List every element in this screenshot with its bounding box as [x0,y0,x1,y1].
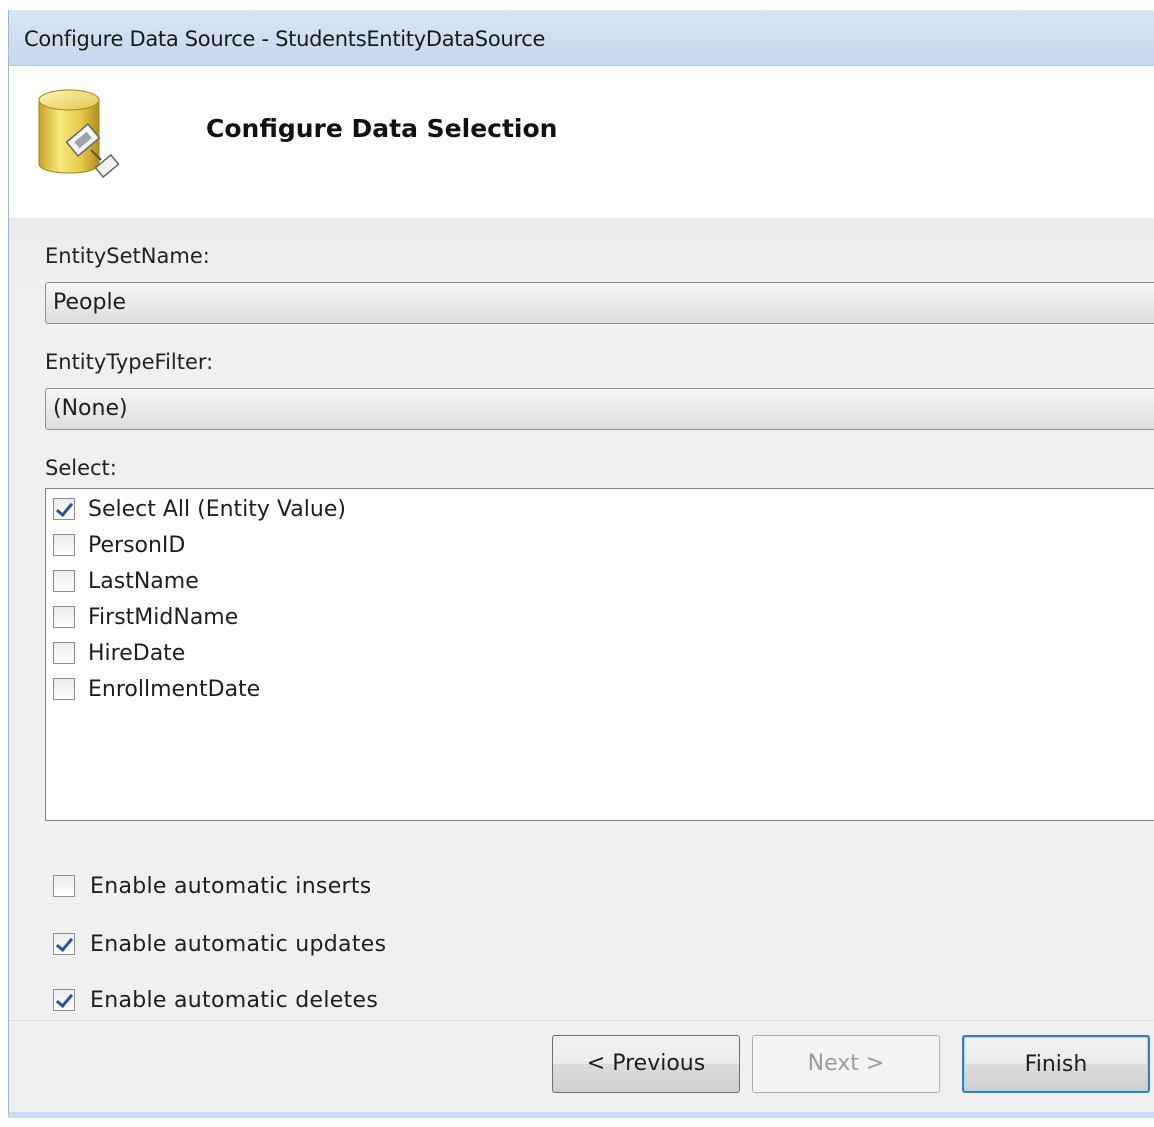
enable-inserts-option[interactable]: Enable automatic inserts [53,871,372,901]
enable-updates-option[interactable]: Enable automatic updates [53,929,386,959]
enable-updates-checkbox[interactable] [53,933,75,955]
previous-button[interactable]: < Previous [552,1035,740,1093]
entity-type-filter-value: (None) [53,396,128,421]
select-all-checkbox[interactable] [53,498,75,520]
database-icon [38,89,120,179]
firstmidname-checkbox[interactable] [53,606,75,628]
list-item-enrollmentdate[interactable]: EnrollmentDate [53,674,260,704]
enrollmentdate-checkbox[interactable] [53,678,75,700]
lastname-checkbox[interactable] [53,570,75,592]
entity-set-name-value: People [53,290,127,315]
list-item-label: FirstMidName [88,604,239,630]
hiredate-checkbox[interactable] [53,642,75,664]
entity-set-name-label: EntitySetName: [45,244,210,268]
list-item-label: PersonID [88,532,186,558]
enable-inserts-checkbox[interactable] [53,875,75,897]
list-item-firstmidname[interactable]: FirstMidName [53,602,238,632]
list-item-select-all[interactable]: Select All (Entity Value) [53,494,346,524]
entity-set-name-dropdown[interactable]: People [45,282,1154,324]
enable-deletes-checkbox[interactable] [53,989,75,1011]
personid-checkbox[interactable] [53,534,75,556]
option-label: Enable automatic deletes [90,987,379,1013]
title-bar: Configure Data Source - StudentsEntityDa… [9,10,1154,66]
window-title: Configure Data Source - StudentsEntityDa… [24,27,546,51]
finish-button[interactable]: Finish [962,1035,1150,1093]
entity-type-filter-label: EntityTypeFilter: [45,350,214,374]
select-label: Select: [45,456,117,480]
entity-type-filter-dropdown[interactable]: (None) [45,388,1154,430]
settings-panel: EntitySetName: People EntityTypeFilter: … [9,218,1154,1020]
option-label: Enable automatic inserts [90,873,372,899]
enable-deletes-option[interactable]: Enable automatic deletes [53,985,378,1015]
page-title: Configure Data Selection [206,114,558,143]
list-item-label: Select All (Entity Value) [88,496,346,522]
next-button[interactable]: Next > [752,1035,940,1093]
select-columns-list[interactable]: Select All (Entity Value) PersonID LastN… [45,488,1154,821]
configure-data-source-dialog: Configure Data Source - StudentsEntityDa… [8,10,1154,1118]
list-item-label: EnrollmentDate [88,676,261,702]
option-label: Enable automatic updates [90,931,387,957]
wizard-footer: < Previous Next > Finish [9,1020,1154,1112]
wizard-header: Configure Data Selection [9,66,1154,218]
list-item-personid[interactable]: PersonID [53,530,185,560]
list-item-lastname[interactable]: LastName [53,566,199,596]
list-item-label: HireDate [88,640,186,666]
list-item-hiredate[interactable]: HireDate [53,638,185,668]
list-item-label: LastName [88,568,199,594]
